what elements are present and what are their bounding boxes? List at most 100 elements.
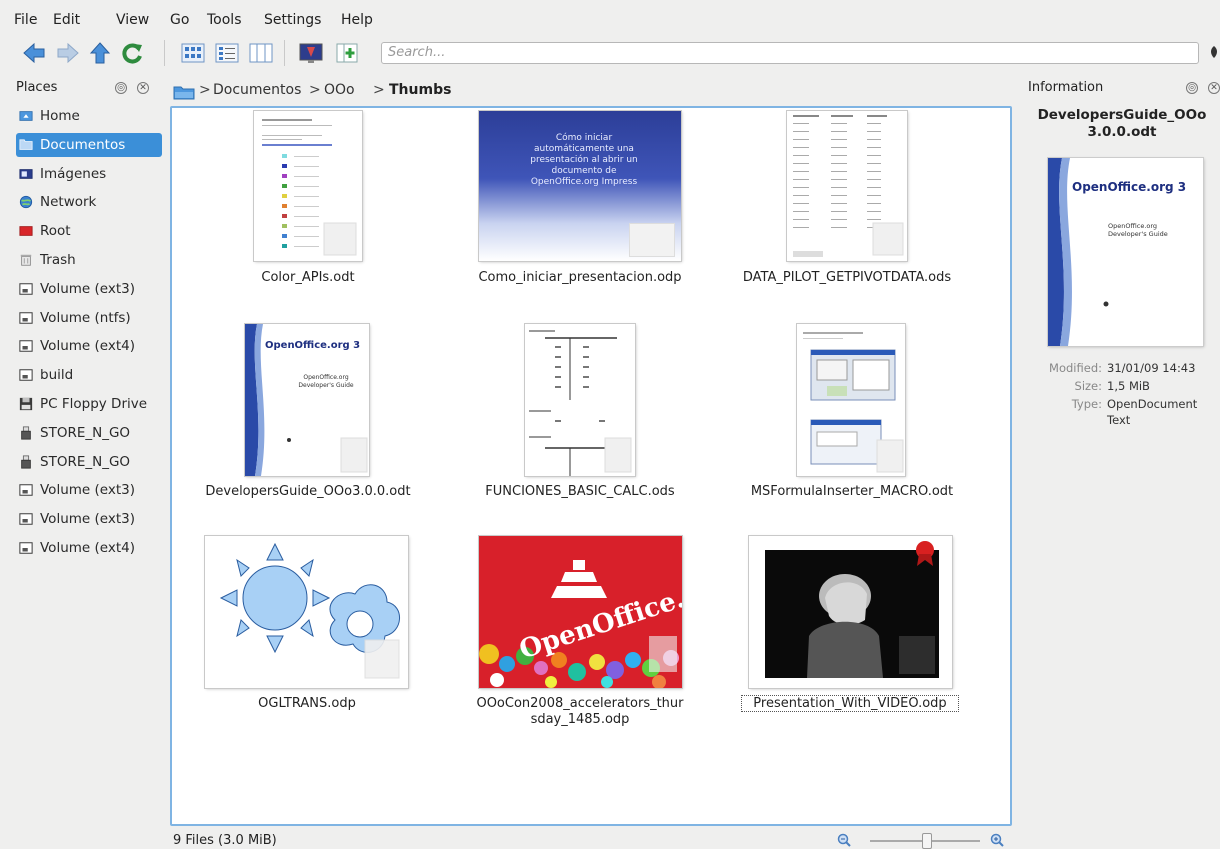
sidebar-item-volume-ext3[interactable]: Volume (ext3) (16, 507, 162, 531)
sidebar-item-network[interactable]: Network (16, 190, 162, 214)
info-type-label: Type: (1071, 397, 1102, 411)
file-name[interactable]: Presentation_With_VIDEO.odp (741, 695, 959, 712)
places-title: Places (16, 80, 58, 95)
panel-float-icon[interactable]: ◎ (1186, 82, 1198, 94)
info-filename-line1: DevelopersGuide_OOo (1037, 107, 1207, 123)
breadcrumb-ooo[interactable]: OOo (324, 82, 355, 98)
thumbnail (787, 111, 907, 261)
up-icon[interactable] (86, 39, 114, 67)
sidebar-item-home[interactable]: Home (16, 104, 162, 128)
sidebar-item-label: Volume (ext4) (40, 338, 135, 355)
sidebar-item-label: PC Floppy Drive (40, 396, 148, 412)
panel-close-icon[interactable]: ✕ (1208, 82, 1220, 94)
details-view-icon[interactable] (213, 39, 241, 67)
sidebar-item-label: Trash (40, 252, 76, 268)
zoom-slider-handle[interactable] (922, 833, 932, 849)
drive-icon (19, 542, 33, 554)
breadcrumb-current[interactable]: Thumbs (389, 82, 451, 98)
file-name[interactable]: DATA_PILOT_GETPIVOTDATA.ods (727, 270, 967, 285)
trash-icon (20, 254, 32, 266)
sidebar-item-label: STORE_N_GO (40, 424, 131, 441)
search-clear-icon[interactable] (1208, 45, 1220, 63)
menu-settings[interactable]: Settings (264, 12, 321, 28)
thumbnail (254, 111, 362, 261)
sidebar-item-label: Root (40, 223, 71, 240)
sidebar-item-volume-ntfs[interactable]: Volume (ntfs) (16, 306, 162, 330)
file-name[interactable]: MSFormulaInserter_MACRO.odt (727, 484, 977, 499)
sidebar-item-documentos[interactable]: Documentos (16, 132, 162, 157)
sidebar-item-im-genes[interactable]: Imágenes (16, 162, 162, 186)
preview-icon[interactable] (297, 39, 325, 67)
sidebar-item-label: Volume (ext4) (40, 540, 135, 556)
file-name[interactable]: OOoCon2008_accelerators_thur sday_1485.o… (455, 696, 705, 728)
network-icon (19, 196, 33, 209)
file-view[interactable]: Color_APIs.odt Cómo iniciar automáticame… (170, 106, 1012, 826)
menu-help[interactable]: Help (341, 12, 373, 28)
breadcrumb-sep: > (373, 82, 385, 98)
search-input[interactable]: Search... (381, 42, 1199, 64)
file-name[interactable]: Como_iniciar_presentacion.odp (455, 270, 705, 285)
file-name[interactable]: DevelopersGuide_OOo3.0.0.odt (190, 484, 426, 499)
info-modified-label: Modified: (1049, 361, 1102, 375)
menu-go[interactable]: Go (170, 12, 189, 28)
zoom-in-icon[interactable] (990, 833, 1004, 847)
menu-file[interactable]: File (14, 12, 37, 28)
drive-icon (19, 340, 33, 353)
sidebar-item-root[interactable]: Root (16, 219, 162, 243)
thumbnail: Cómo iniciar automáticamente una present… (479, 111, 681, 261)
info-title: Information (1028, 80, 1104, 95)
forward-icon[interactable] (54, 39, 82, 67)
info-filename: DevelopersGuide_OOo 3.0.0.odt (1022, 107, 1220, 141)
thumbnail (205, 536, 408, 688)
sidebar-item-label: STORE_N_GO (40, 453, 131, 470)
sidebar-item-trash[interactable]: Trash (16, 248, 162, 272)
menu-edit[interactable]: Edit (53, 12, 80, 28)
sidebar-item-store-n-go[interactable]: STORE_N_GO (16, 421, 162, 445)
drive-icon (19, 513, 33, 525)
sidebar-item-label: Documentos (40, 136, 126, 153)
file-name-line1: OOoCon2008_accelerators_thur (476, 696, 684, 711)
home-folder-icon (19, 111, 33, 121)
sidebar-item-store-n-go[interactable]: STORE_N_GO (16, 450, 162, 474)
icons-view-icon[interactable] (179, 39, 207, 67)
split-view-icon[interactable] (333, 39, 361, 67)
thumbnail-logo: OpenOffice.org 3 (265, 340, 361, 351)
file-name[interactable]: FUNCIONES_BASIC_CALC.ods (460, 484, 700, 499)
sidebar-item-label: Imágenes (40, 165, 107, 182)
folder-icon[interactable] (173, 84, 195, 100)
drive-icon (19, 484, 33, 497)
thumbnail-text: Cómo iniciar automáticamente una present… (530, 133, 638, 187)
info-size-label: Size: (1074, 379, 1102, 393)
back-icon[interactable] (20, 39, 48, 67)
sidebar-item-pc-floppy-drive[interactable]: PC Floppy Drive (16, 392, 162, 416)
breadcrumb-sep: > (309, 82, 321, 98)
sidebar-item-volume-ext3[interactable]: Volume (ext3) (16, 478, 162, 502)
info-preview: OpenOffice.org 3 OpenOffice.org Develope… (1048, 158, 1203, 346)
file-name[interactable]: Color_APIs.odt (220, 270, 396, 285)
usb-icon (21, 426, 31, 440)
file-name-line2: sday_1485.odp (530, 712, 630, 727)
sidebar-item-label: Volume (ext3) (40, 482, 135, 499)
sidebar-item-label: build (40, 367, 74, 384)
columns-view-icon[interactable] (247, 39, 275, 67)
thumbnail (525, 324, 635, 476)
sidebar-item-build[interactable]: build (16, 363, 162, 387)
sidebar-item-volume-ext4[interactable]: Volume (ext4) (16, 334, 162, 358)
places-panel: Places ◎ ✕ Home Documentos Imágenes Network… (0, 74, 163, 849)
drive-icon (19, 283, 33, 295)
sidebar-item-volume-ext4[interactable]: Volume (ext4) (16, 536, 162, 560)
reload-icon[interactable] (118, 39, 146, 67)
sidebar-item-volume-ext3[interactable]: Volume (ext3) (16, 277, 162, 301)
zoom-out-icon[interactable] (837, 833, 851, 847)
menu-view[interactable]: View (116, 12, 149, 28)
breadcrumb-documentos[interactable]: Documentos (213, 82, 301, 98)
toolbar: Search... (0, 34, 1220, 74)
folder-icon (19, 139, 33, 150)
thumbnail: OpenOffice.org 3 OpenOffice.org Develope… (245, 324, 369, 476)
file-name[interactable]: OGLTRANS.odp (207, 696, 407, 711)
sidebar-item-label: Network (40, 194, 97, 211)
thumbnail-text: OpenOffice.org Developer's Guide (298, 374, 354, 389)
menu-tools[interactable]: Tools (207, 12, 242, 28)
panel-close-icon[interactable]: ✕ (137, 82, 149, 94)
panel-float-icon[interactable]: ◎ (115, 82, 127, 94)
